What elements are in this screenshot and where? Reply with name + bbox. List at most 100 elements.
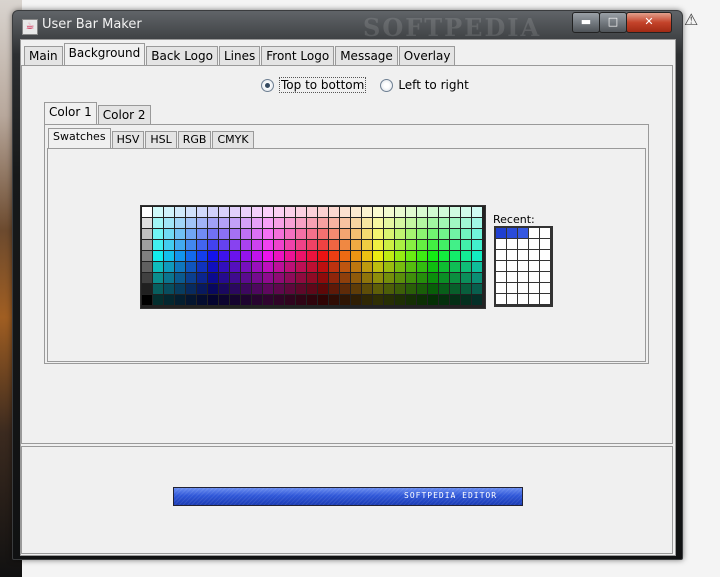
color-swatch[interactable] <box>406 262 416 272</box>
recent-swatch[interactable] <box>529 228 539 238</box>
color-swatch[interactable] <box>461 251 471 261</box>
color-swatch[interactable] <box>395 251 405 261</box>
color-swatch[interactable] <box>384 284 394 294</box>
color-swatch[interactable] <box>186 218 196 228</box>
color-swatch[interactable] <box>428 207 438 217</box>
color-swatch[interactable] <box>373 240 383 250</box>
color-swatch[interactable] <box>197 240 207 250</box>
color-swatch[interactable] <box>461 273 471 283</box>
recent-swatch[interactable] <box>507 283 517 293</box>
color-swatch[interactable] <box>263 284 273 294</box>
color-swatch[interactable] <box>362 240 372 250</box>
color-swatch[interactable] <box>186 240 196 250</box>
color-swatch[interactable] <box>351 218 361 228</box>
color-swatch[interactable] <box>472 229 482 239</box>
color-swatch[interactable] <box>318 240 328 250</box>
color-swatch[interactable] <box>252 262 262 272</box>
color-swatch[interactable] <box>175 273 185 283</box>
color-swatch[interactable] <box>417 284 427 294</box>
recent-swatch[interactable] <box>540 239 550 249</box>
color-swatch[interactable] <box>274 229 284 239</box>
color-swatch[interactable] <box>285 218 295 228</box>
radio-label-top-to-bottom[interactable]: Top to bottom <box>279 77 367 93</box>
color-swatch[interactable] <box>362 207 372 217</box>
color-swatch[interactable] <box>351 240 361 250</box>
color-swatch[interactable] <box>351 229 361 239</box>
color-swatch[interactable] <box>472 273 482 283</box>
recent-swatch[interactable] <box>518 283 528 293</box>
color-swatch[interactable] <box>395 295 405 305</box>
option-left-to-right[interactable]: Left to right <box>380 78 469 92</box>
color-swatch[interactable] <box>230 284 240 294</box>
color-swatch[interactable] <box>340 229 350 239</box>
color-swatch[interactable] <box>329 207 339 217</box>
color-swatch[interactable] <box>450 240 460 250</box>
color-swatch[interactable] <box>186 273 196 283</box>
close-button[interactable]: ✕ <box>626 12 672 33</box>
color-swatch[interactable] <box>285 273 295 283</box>
color-swatch[interactable] <box>241 284 251 294</box>
color-swatch[interactable] <box>472 207 482 217</box>
color-swatch[interactable] <box>241 218 251 228</box>
color-swatch[interactable] <box>219 295 229 305</box>
recent-swatch[interactable] <box>507 228 517 238</box>
color-swatch[interactable] <box>461 295 471 305</box>
color-swatch[interactable] <box>373 251 383 261</box>
tab-rgb[interactable]: RGB <box>177 131 212 148</box>
recent-swatch[interactable] <box>540 283 550 293</box>
color-swatch[interactable] <box>230 295 240 305</box>
color-swatch[interactable] <box>340 218 350 228</box>
color-swatch[interactable] <box>219 273 229 283</box>
color-swatch[interactable] <box>230 218 240 228</box>
radio-top-to-bottom[interactable] <box>261 78 274 92</box>
color-swatch[interactable] <box>461 240 471 250</box>
color-swatch[interactable] <box>406 229 416 239</box>
color-swatch[interactable] <box>439 262 449 272</box>
color-swatch[interactable] <box>208 207 218 217</box>
color-swatch[interactable] <box>153 295 163 305</box>
color-swatch[interactable] <box>274 295 284 305</box>
color-swatch[interactable] <box>285 295 295 305</box>
color-swatch[interactable] <box>175 262 185 272</box>
color-swatch[interactable] <box>164 218 174 228</box>
color-swatch[interactable] <box>285 262 295 272</box>
color-swatch[interactable] <box>164 295 174 305</box>
color-swatch[interactable] <box>164 284 174 294</box>
color-swatch[interactable] <box>263 229 273 239</box>
color-swatch[interactable] <box>428 218 438 228</box>
color-swatch[interactable] <box>318 273 328 283</box>
recent-swatch[interactable] <box>507 272 517 282</box>
recent-swatch[interactable] <box>518 294 528 304</box>
color-swatch[interactable] <box>296 218 306 228</box>
color-swatch[interactable] <box>428 273 438 283</box>
color-swatch[interactable] <box>164 229 174 239</box>
color-swatch[interactable] <box>450 284 460 294</box>
color-swatch[interactable] <box>395 229 405 239</box>
color-swatch[interactable] <box>252 229 262 239</box>
color-swatch[interactable] <box>395 240 405 250</box>
color-swatch[interactable] <box>307 273 317 283</box>
color-swatch[interactable] <box>439 273 449 283</box>
color-swatch[interactable] <box>208 262 218 272</box>
color-swatch[interactable] <box>417 262 427 272</box>
recent-swatch[interactable] <box>496 294 506 304</box>
color-swatch[interactable] <box>142 251 152 261</box>
color-swatch[interactable] <box>230 229 240 239</box>
color-swatch[interactable] <box>329 284 339 294</box>
color-swatch[interactable] <box>285 240 295 250</box>
color-swatch[interactable] <box>351 273 361 283</box>
color-swatch[interactable] <box>230 207 240 217</box>
tab-overlay[interactable]: Overlay <box>398 46 456 65</box>
color-swatch[interactable] <box>373 273 383 283</box>
recent-swatch[interactable] <box>529 261 539 271</box>
color-swatch[interactable] <box>263 218 273 228</box>
color-swatch[interactable] <box>153 207 163 217</box>
color-swatch[interactable] <box>450 229 460 239</box>
color-swatch[interactable] <box>384 251 394 261</box>
color-swatch[interactable] <box>417 218 427 228</box>
color-swatch[interactable] <box>164 262 174 272</box>
color-swatch[interactable] <box>318 251 328 261</box>
recent-swatch[interactable] <box>507 261 517 271</box>
recent-swatch[interactable] <box>507 250 517 260</box>
color-swatch[interactable] <box>373 218 383 228</box>
